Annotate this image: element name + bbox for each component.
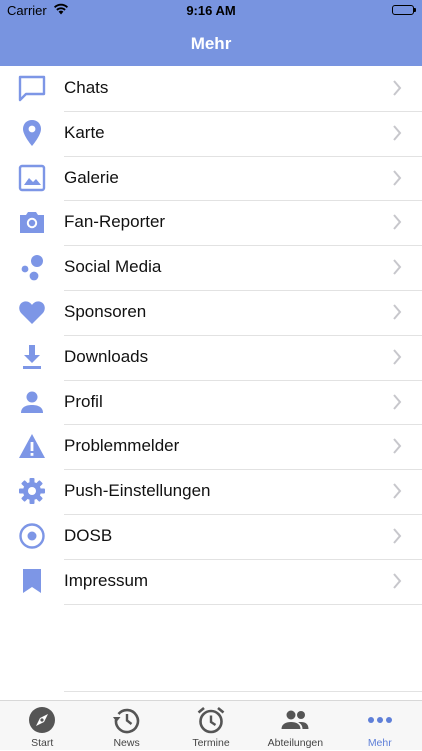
tab-abteilungen[interactable]: Abteilungen	[253, 701, 337, 751]
tab-bar: Start News Termine Abteilungen Mehr	[0, 700, 422, 750]
menu-list: Chats Karte Galerie Fan-Reporter Social …	[0, 66, 422, 605]
chevron-right-icon	[393, 214, 402, 231]
menu-item-label: Impressum	[64, 570, 149, 590]
menu-item-profil[interactable]: Profil	[0, 380, 422, 426]
download-icon	[17, 342, 47, 372]
tab-label: Mehr	[367, 737, 392, 749]
navigation-bar: Mehr	[0, 22, 422, 66]
group-icon	[280, 705, 310, 735]
menu-item-label: Karte	[64, 122, 105, 142]
chevron-right-icon	[393, 573, 402, 589]
chevron-right-icon	[393, 259, 402, 275]
menu-item-fan-reporter[interactable]: Fan-Reporter	[0, 200, 422, 247]
chevron-right-icon	[393, 304, 402, 320]
chevron-right-icon	[393, 125, 402, 141]
chat-bubble-icon	[17, 73, 47, 103]
alarm-clock-icon	[196, 705, 226, 735]
tab-start[interactable]: Start	[0, 701, 84, 751]
menu-item-label: Downloads	[64, 346, 149, 366]
warning-icon	[17, 431, 47, 461]
chevron-right-icon	[393, 80, 402, 96]
camera-icon	[17, 207, 47, 237]
menu-item-chats[interactable]: Chats	[0, 66, 422, 112]
person-icon	[17, 387, 47, 417]
menu-item-label: DOSB	[64, 525, 113, 545]
chevron-right-icon	[393, 349, 402, 365]
bookmark-icon	[17, 566, 47, 596]
menu-item-sponsoren[interactable]: Sponsoren	[0, 290, 422, 336]
chevron-right-icon	[393, 169, 402, 186]
chevron-right-icon	[393, 528, 402, 544]
menu-item-label: Social Media	[64, 257, 162, 277]
menu-item-label: Galerie	[64, 167, 119, 187]
menu-item-label: Profil	[64, 391, 103, 411]
status-time: 9:16 AM	[186, 3, 236, 18]
chevron-right-icon	[393, 483, 402, 499]
menu-item-downloads[interactable]: Downloads	[0, 335, 422, 381]
page-title: Mehr	[190, 34, 232, 53]
tab-label: News	[113, 737, 140, 749]
menu-item-push-einstellungen[interactable]: Push-Einstellungen	[0, 469, 422, 515]
menu-item-impressum[interactable]: Impressum	[0, 559, 422, 605]
tab-news[interactable]: News	[84, 701, 168, 751]
bubbles-icon	[17, 252, 47, 282]
tab-mehr[interactable]: Mehr	[338, 701, 422, 751]
menu-item-social-media[interactable]: Social Media	[0, 245, 422, 291]
chevron-right-icon	[393, 438, 402, 455]
map-pin-icon	[17, 118, 47, 148]
chevron-right-icon	[393, 393, 402, 410]
status-bar: Carrier 9:16 AM	[0, 0, 422, 22]
record-icon	[17, 521, 47, 551]
more-dots-icon	[365, 705, 395, 735]
battery-icon	[392, 5, 416, 15]
heart-icon	[17, 297, 47, 327]
menu-item-label: Sponsoren	[64, 301, 147, 321]
gear-icon	[17, 476, 47, 506]
compass-icon	[27, 705, 57, 735]
image-icon	[17, 163, 47, 193]
menu-item-label: Chats	[64, 78, 109, 97]
history-icon	[112, 705, 142, 735]
tab-label: Abteilungen	[267, 737, 324, 749]
menu-item-label: Fan-Reporter	[64, 212, 166, 232]
menu-item-dosb[interactable]: DOSB	[0, 514, 422, 560]
tab-label: Termine	[192, 737, 230, 749]
tab-termine[interactable]: Termine	[169, 701, 253, 751]
divider	[64, 691, 422, 692]
tab-label: Start	[31, 737, 54, 749]
menu-item-problemmelder[interactable]: Problemmelder	[0, 424, 422, 471]
menu-item-label: Problemmelder	[64, 436, 180, 456]
menu-item-galerie[interactable]: Galerie	[0, 156, 422, 202]
menu-item-label: Push-Einstellungen	[64, 481, 211, 501]
menu-item-karte[interactable]: Karte	[0, 111, 422, 157]
